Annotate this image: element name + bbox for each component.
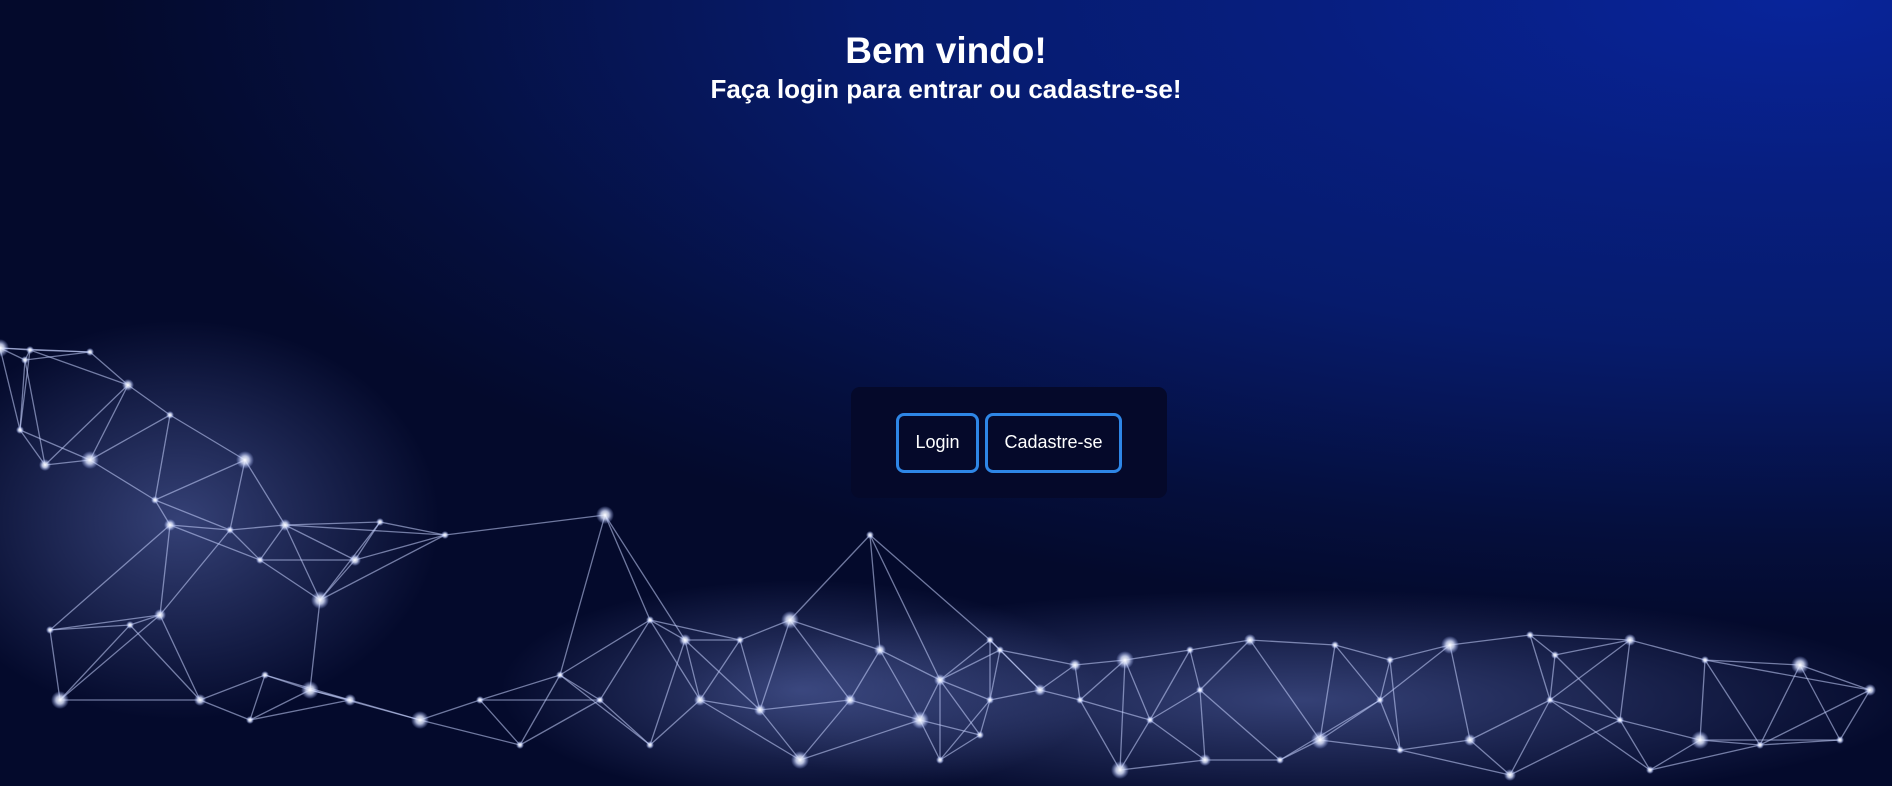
network-line	[419, 699, 481, 721]
network-node	[1756, 741, 1764, 749]
network-node	[1441, 636, 1459, 654]
network-node	[911, 711, 929, 729]
network-node	[874, 644, 886, 656]
network-node	[154, 609, 166, 621]
network-node	[164, 519, 176, 531]
network-node	[866, 531, 874, 539]
network-node	[1146, 716, 1154, 724]
network-node	[596, 506, 614, 524]
network-node	[1196, 686, 1204, 694]
network-node	[46, 626, 54, 634]
network-node	[844, 694, 856, 706]
network-node	[411, 711, 429, 729]
network-node	[1199, 754, 1211, 766]
network-node	[791, 751, 809, 769]
network-node	[1864, 684, 1876, 696]
network-node	[556, 671, 564, 679]
network-node	[596, 696, 604, 704]
network-node	[301, 681, 319, 699]
network-node	[1386, 656, 1394, 664]
network-node	[1076, 696, 1084, 704]
network-node	[1331, 641, 1339, 649]
network-node	[1551, 651, 1559, 659]
network-node	[996, 646, 1004, 654]
network-node	[646, 616, 654, 624]
network-line	[444, 514, 606, 536]
network-node	[1186, 646, 1194, 654]
network-node	[986, 696, 994, 704]
network-node	[476, 696, 484, 704]
network-node	[311, 591, 329, 609]
network-node	[349, 554, 361, 566]
network-node	[16, 426, 24, 434]
network-node	[1069, 659, 1081, 671]
network-node	[1464, 734, 1476, 746]
network-node	[1701, 656, 1709, 664]
network-node	[1616, 716, 1624, 724]
network-node	[1546, 696, 1554, 704]
network-node	[1646, 766, 1654, 774]
network-node	[1396, 746, 1404, 754]
network-node	[81, 451, 99, 469]
network-node	[1111, 761, 1129, 779]
network-node	[1034, 684, 1046, 696]
login-button[interactable]: Login	[896, 412, 979, 473]
network-node	[246, 716, 254, 724]
network-node	[1836, 736, 1844, 744]
network-node	[754, 704, 766, 716]
network-node	[1244, 634, 1256, 646]
network-node	[441, 531, 449, 539]
network-node	[1276, 756, 1284, 764]
network-node	[194, 694, 206, 706]
network-node	[261, 671, 269, 679]
network-node	[936, 756, 944, 764]
network-node	[679, 634, 691, 646]
network-node	[516, 741, 524, 749]
network-node	[1116, 651, 1134, 669]
network-node	[1504, 769, 1516, 781]
network-node	[736, 636, 744, 644]
network-line	[419, 719, 521, 746]
network-node	[166, 411, 174, 419]
network-node	[126, 621, 134, 629]
network-node	[1691, 731, 1709, 749]
network-node	[1376, 696, 1384, 704]
network-node	[781, 611, 799, 629]
welcome-header: Bem vindo! Faça login para entrar ou cad…	[0, 28, 1892, 104]
network-node	[236, 451, 254, 469]
network-node	[226, 526, 234, 534]
network-node	[86, 348, 94, 356]
network-node	[256, 556, 264, 564]
network-node	[976, 731, 984, 739]
network-node	[934, 674, 946, 686]
network-node	[279, 519, 291, 531]
network-node	[694, 694, 706, 706]
auth-panel: Login Cadastre-se	[851, 387, 1167, 498]
network-node	[151, 496, 159, 504]
network-node	[122, 379, 134, 391]
network-node	[344, 694, 356, 706]
page-title: Bem vindo!	[845, 30, 1047, 71]
network-node	[1526, 631, 1534, 639]
page-subtitle: Faça login para entrar ou cadastre-se!	[710, 74, 1182, 104]
network-node	[1791, 656, 1809, 674]
network-node	[26, 346, 34, 354]
network-node	[1624, 634, 1636, 646]
network-node	[21, 356, 29, 364]
network-node	[0, 339, 9, 357]
network-node	[1311, 731, 1329, 749]
network-node	[39, 459, 51, 471]
network-node	[986, 636, 994, 644]
network-node	[376, 518, 384, 526]
network-node	[646, 741, 654, 749]
signup-button[interactable]: Cadastre-se	[985, 412, 1122, 473]
network-node	[51, 691, 69, 709]
